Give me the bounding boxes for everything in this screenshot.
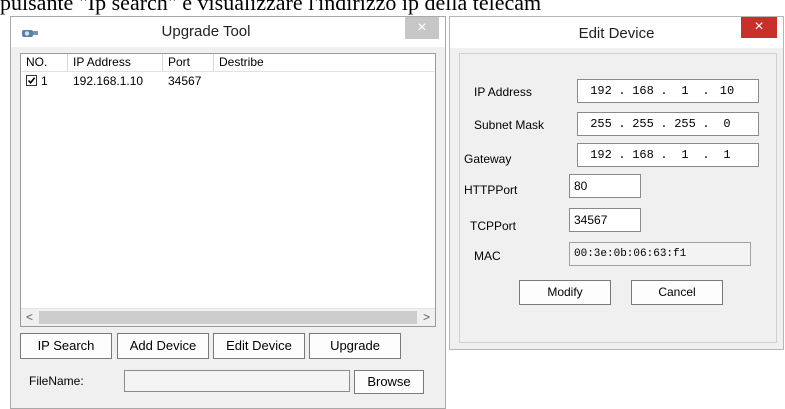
column-header-port[interactable]: Port <box>163 54 214 71</box>
edit-device-titlebar: Edit Device × <box>450 17 783 48</box>
scroll-left-button[interactable]: < <box>21 309 38 326</box>
edit-device-panel: IP Address 192 . 168 . 1 . 10 Subnet Mas… <box>459 53 777 343</box>
mac-label: MAC <box>474 249 501 263</box>
ip-octet-1[interactable]: 192 <box>586 80 616 102</box>
row-port: 34567 <box>168 74 202 88</box>
close-icon: × <box>417 19 427 36</box>
ip-dot: . <box>618 117 626 131</box>
column-header-ip-address[interactable]: IP Address <box>68 54 163 71</box>
subnet-mask-field[interactable]: 255 . 255 . 255 . 0 <box>577 112 759 136</box>
subnet-mask-label: Subnet Mask <box>474 118 545 132</box>
row-ip-address: 192.168.1.10 <box>73 74 144 88</box>
subnet-octet-4[interactable]: 0 <box>712 113 742 135</box>
gateway-octet-1[interactable]: 192 <box>586 144 616 166</box>
http-port-field[interactable]: 80 <box>569 174 641 198</box>
filename-field[interactable] <box>124 370 350 392</box>
add-device-button[interactable]: Add Device <box>117 333 209 359</box>
ip-address-label: IP Address <box>474 85 532 99</box>
close-icon: × <box>754 18 764 35</box>
ip-dot: . <box>702 148 710 162</box>
ip-dot: . <box>702 84 710 98</box>
gateway-octet-3[interactable]: 1 <box>670 144 700 166</box>
table-row[interactable]: 1 192.168.1.10 34567 <box>21 73 435 89</box>
gateway-octet-4[interactable]: 1 <box>712 144 742 166</box>
ip-address-field[interactable]: 192 . 168 . 1 . 10 <box>577 79 759 103</box>
ip-octet-4[interactable]: 10 <box>712 80 742 102</box>
upgrade-tool-titlebar: Upgrade Tool × <box>11 17 445 47</box>
ip-dot: . <box>660 117 668 131</box>
upgrade-button[interactable]: Upgrade <box>309 333 401 359</box>
edit-device-button[interactable]: Edit Device <box>213 333 305 359</box>
checkmark-icon <box>27 77 36 85</box>
tcp-port-field[interactable]: 34567 <box>569 208 641 232</box>
gateway-field[interactable]: 192 . 168 . 1 . 1 <box>577 143 759 167</box>
ip-dot: . <box>660 84 668 98</box>
gateway-octet-2[interactable]: 168 <box>628 144 658 166</box>
upgrade-tool-window: Upgrade Tool × NO. IP Address Port Destr… <box>10 16 446 409</box>
subnet-octet-3[interactable]: 255 <box>670 113 700 135</box>
page-caption: pulsante "Ip search" e visualizzare l'in… <box>0 0 542 15</box>
ip-dot: . <box>618 148 626 162</box>
subnet-octet-1[interactable]: 255 <box>586 113 616 135</box>
row-no: 1 <box>41 74 48 88</box>
cancel-button[interactable]: Cancel <box>631 280 723 305</box>
ip-search-button[interactable]: IP Search <box>20 333 112 359</box>
subnet-octet-2[interactable]: 255 <box>628 113 658 135</box>
filename-label: FileName: <box>29 374 84 388</box>
edit-device-close-button[interactable]: × <box>741 17 777 38</box>
scroll-right-button[interactable]: > <box>418 309 435 326</box>
edit-device-window: Edit Device × IP Address 192 . 168 . 1 .… <box>449 16 784 350</box>
gateway-label: Gateway <box>464 152 512 166</box>
upgrade-tool-title: Upgrade Tool <box>161 23 251 40</box>
scrollbar-thumb[interactable] <box>39 311 417 324</box>
mac-field: 00:3e:0b:06:63:f1 <box>569 242 751 266</box>
ip-dot: . <box>618 84 626 98</box>
edit-device-title: Edit Device <box>578 25 655 42</box>
column-header-describe[interactable]: Destribe <box>214 54 435 71</box>
device-list[interactable]: NO. IP Address Port Destribe 1 192.168.1… <box>20 53 436 327</box>
ip-octet-2[interactable]: 168 <box>628 80 658 102</box>
horizontal-scrollbar[interactable]: < > <box>21 308 435 326</box>
row-checkbox[interactable] <box>26 75 37 86</box>
http-port-label: HTTPPort <box>464 183 518 197</box>
upgrade-tool-close-button[interactable]: × <box>405 17 439 39</box>
ip-dot: . <box>660 148 668 162</box>
column-header-no[interactable]: NO. <box>21 54 68 71</box>
device-list-header: NO. IP Address Port Destribe <box>21 54 435 72</box>
tcp-port-label: TCPPort <box>470 219 517 233</box>
ip-octet-3[interactable]: 1 <box>670 80 700 102</box>
modify-button[interactable]: Modify <box>519 280 611 305</box>
browse-button[interactable]: Browse <box>354 370 424 394</box>
ip-dot: . <box>702 117 710 131</box>
